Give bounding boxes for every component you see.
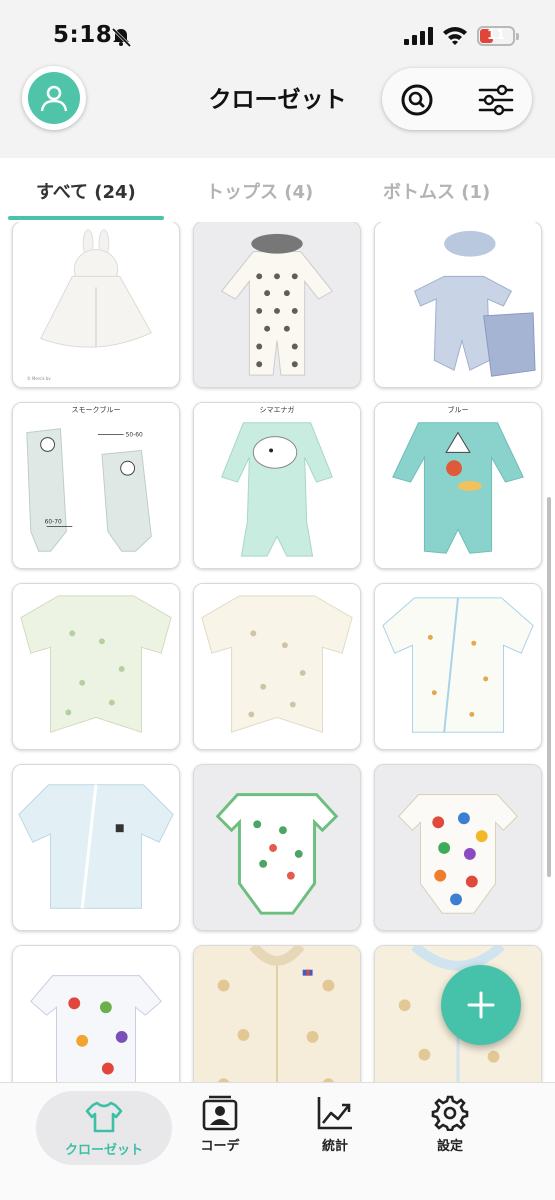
color-dot-bodysuit-image bbox=[375, 765, 541, 930]
clothing-card-green-print-dress[interactable] bbox=[12, 583, 180, 750]
clothing-card-bear-knit-top[interactable] bbox=[193, 945, 361, 1082]
battery-level: 11 bbox=[486, 28, 506, 43]
user-avatar-icon bbox=[40, 85, 68, 112]
nav-settings[interactable]: 設定 bbox=[390, 1095, 510, 1155]
clothing-card-fruit-wrap-bodysuit[interactable] bbox=[12, 945, 180, 1082]
bunny-poncho-image: © Mercis bv bbox=[13, 222, 179, 387]
search-icon[interactable] bbox=[400, 83, 434, 117]
nav-stats[interactable]: 統計 bbox=[275, 1095, 395, 1155]
blue-romper-set-image bbox=[375, 222, 541, 387]
clothing-card-blue-romper-set[interactable] bbox=[374, 222, 542, 388]
size-label-small: 50-60 bbox=[126, 433, 143, 439]
size-label-large: 60-70 bbox=[45, 520, 62, 526]
clothing-card-cream-print-dress[interactable] bbox=[193, 583, 361, 750]
filter-sliders-icon[interactable] bbox=[478, 83, 514, 117]
nav-settings-label: 設定 bbox=[436, 1139, 463, 1154]
nav-outfits-label: コーデ bbox=[200, 1139, 240, 1154]
tab-tops[interactable]: トップス (4) bbox=[206, 178, 313, 204]
battery-icon: 11 bbox=[477, 26, 519, 46]
green-print-dress-image bbox=[13, 584, 179, 749]
scrollbar[interactable] bbox=[547, 497, 551, 877]
active-tab-indicator bbox=[8, 216, 164, 220]
clothing-card-light-blue-wrap-top[interactable] bbox=[12, 764, 180, 931]
clothing-card-polka-dot-romper[interactable] bbox=[193, 222, 361, 388]
nav-outfits[interactable]: コーデ bbox=[160, 1095, 280, 1155]
tiny-print-wrap-top-image bbox=[375, 584, 541, 749]
clothing-card-panda-coverall[interactable]: 50-60 60-70 スモークブルー bbox=[12, 402, 180, 569]
miffy-bodysuit-image bbox=[194, 765, 360, 930]
polka-dot-romper-image bbox=[194, 222, 360, 387]
app-header: クローゼット bbox=[0, 62, 555, 158]
onigiri-coverall-image bbox=[375, 403, 541, 568]
add-item-button[interactable] bbox=[441, 965, 521, 1045]
header-tools bbox=[382, 68, 532, 130]
nav-stats-label: 統計 bbox=[321, 1139, 348, 1154]
tab-bottoms[interactable]: ボトムス (1) bbox=[383, 178, 490, 204]
fruit-wrap-bodysuit-image bbox=[13, 946, 179, 1082]
gear-icon bbox=[431, 1095, 469, 1131]
clothing-card-color-dot-bodysuit[interactable] bbox=[374, 764, 542, 931]
cellular-signal-icon bbox=[404, 27, 433, 45]
cream-print-dress-image bbox=[194, 584, 360, 749]
item-caption: ブルー bbox=[447, 406, 469, 414]
category-tabs: すべて (24) トップス (4) ボトムス (1) bbox=[0, 158, 555, 222]
clothing-card-onigiri-coverall[interactable]: ブルー bbox=[374, 402, 542, 569]
bell-slash-icon bbox=[111, 27, 132, 48]
wifi-icon bbox=[443, 27, 467, 45]
copyright-text: © Mercis bv bbox=[27, 376, 52, 381]
page-title: クローゼット bbox=[208, 87, 347, 113]
status-bar: 5:18 11 bbox=[0, 0, 555, 62]
bird-coverall-image bbox=[194, 403, 360, 568]
status-time: 5:18 bbox=[53, 22, 113, 48]
clothing-card-bunny-poncho[interactable]: © Mercis bv bbox=[12, 222, 180, 388]
shirt-icon bbox=[85, 1101, 123, 1133]
profile-avatar-button[interactable] bbox=[22, 66, 86, 130]
nav-closet-label: クローゼット bbox=[64, 1143, 143, 1158]
outfit-card-icon bbox=[202, 1095, 238, 1131]
chart-icon bbox=[317, 1097, 352, 1130]
tab-all[interactable]: すべて (24) bbox=[36, 178, 136, 204]
clothing-card-miffy-bodysuit[interactable] bbox=[193, 764, 361, 931]
plus-icon bbox=[467, 991, 495, 1019]
panda-coverall-image: 50-60 60-70 bbox=[13, 403, 179, 568]
light-blue-wrap-top-image bbox=[13, 765, 179, 930]
bear-knit-top-image bbox=[194, 946, 360, 1082]
item-caption: シマエナガ bbox=[259, 406, 295, 414]
closet-grid: © Mercis bv 50-60 60-70 スモークブルー シマエナガ ブル… bbox=[0, 222, 555, 1082]
clothing-card-bird-coverall[interactable]: シマエナガ bbox=[193, 402, 361, 569]
bottom-navigation: クローゼット コーデ 統計 設定 bbox=[0, 1082, 555, 1200]
item-caption: スモークブルー bbox=[71, 406, 121, 414]
clothing-card-tiny-print-wrap-top[interactable] bbox=[374, 583, 542, 750]
nav-closet[interactable]: クローゼット bbox=[36, 1091, 172, 1165]
